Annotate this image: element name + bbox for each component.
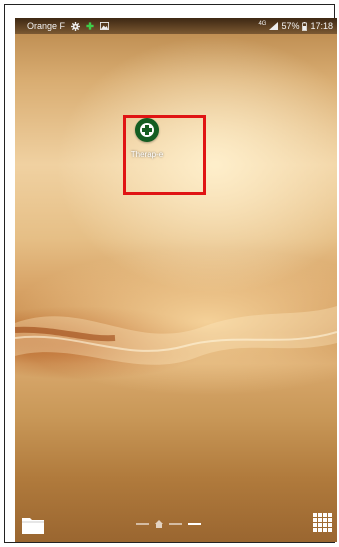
carrier-label: Orange F xyxy=(27,21,66,31)
page-dot[interactable] xyxy=(136,523,149,525)
image-notification-icon xyxy=(100,18,109,34)
page-dot-active[interactable] xyxy=(188,523,201,525)
status-bar: Orange F 4G 57% 17:18 xyxy=(15,18,337,34)
network-type-label: 4G xyxy=(258,21,267,27)
wallpaper-wave xyxy=(15,306,337,365)
clock: 17:18 xyxy=(310,21,333,31)
battery-icon xyxy=(302,18,308,34)
battery-percent: 57% xyxy=(281,21,300,31)
highlight-box xyxy=(123,115,206,195)
home-screen: Orange F 4G 57% 17:18 xyxy=(15,18,337,542)
page-dot[interactable] xyxy=(169,523,182,525)
folder-icon[interactable] xyxy=(22,516,44,534)
app-drawer-grid-icon[interactable] xyxy=(313,513,333,533)
signal-icon xyxy=(269,18,279,34)
page-indicator xyxy=(136,515,201,533)
green-cross-notification-icon xyxy=(86,18,94,34)
home-page-icon[interactable] xyxy=(155,515,163,533)
settings-gear-icon xyxy=(71,18,81,34)
